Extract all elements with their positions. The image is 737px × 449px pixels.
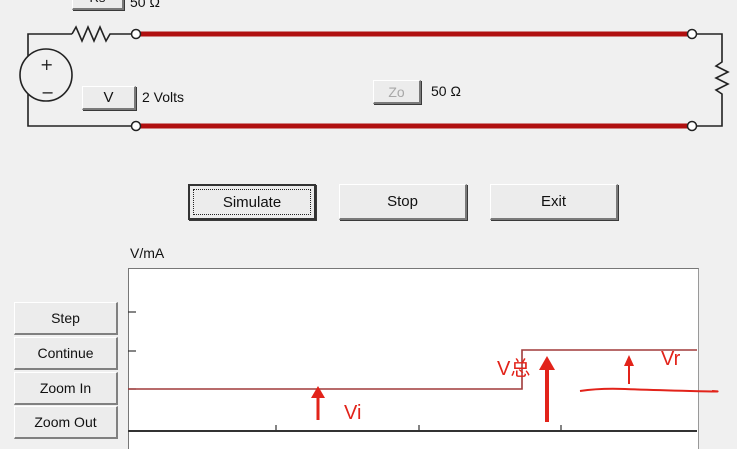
vi-annotation: Vi bbox=[344, 402, 362, 424]
vr-annotation: Vr bbox=[661, 348, 681, 370]
vi-arrow-head bbox=[311, 386, 325, 398]
annotation-overlay bbox=[311, 355, 719, 422]
v-total-arrow-head bbox=[539, 356, 555, 370]
vr-arrow-head bbox=[624, 355, 634, 366]
v-total-annotation: V总 bbox=[497, 358, 531, 380]
vr-underline bbox=[579, 387, 719, 393]
